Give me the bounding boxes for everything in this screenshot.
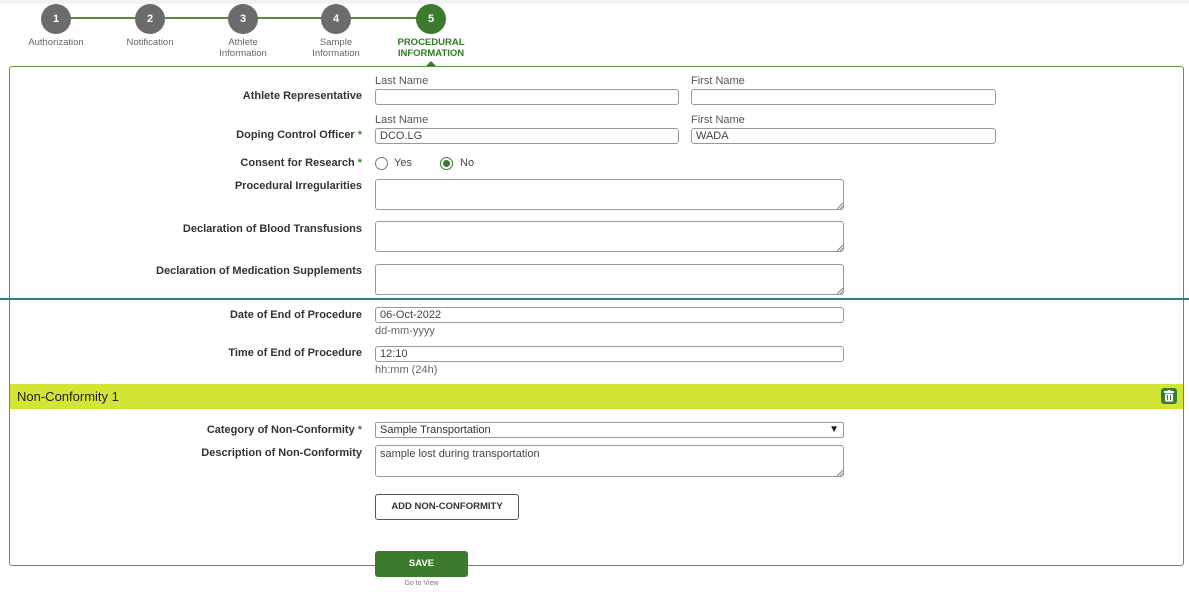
athlete-rep-first-name-label: First Name bbox=[691, 75, 745, 87]
step-label: PROCEDURAL INFORMATION bbox=[397, 37, 465, 59]
field-label-text: Consent for Research bbox=[240, 157, 355, 169]
progress-stepper: 1 Authorization 2 Notification 3 Athlete… bbox=[0, 4, 1189, 67]
procedural-irregularities-label: Procedural Irregularities bbox=[234, 180, 362, 192]
consent-yes-label[interactable]: Yes bbox=[394, 157, 412, 169]
consent-no-radio[interactable] bbox=[440, 157, 453, 170]
consent-for-research-label: Consent for Research * bbox=[240, 157, 362, 169]
step-number: 1 bbox=[41, 4, 71, 34]
procedural-irregularities-textarea[interactable] bbox=[375, 179, 844, 210]
resize-grip-icon[interactable] bbox=[837, 203, 843, 209]
dropdown-arrow-icon: ▼ bbox=[829, 424, 839, 435]
consent-yes-radio[interactable] bbox=[375, 157, 388, 170]
resize-grip-icon[interactable] bbox=[837, 288, 843, 294]
description-non-conformity-label: Description of Non-Conformity bbox=[201, 447, 362, 459]
description-non-conformity-textarea[interactable]: sample lost during transportation bbox=[375, 445, 844, 477]
required-marker: * bbox=[357, 129, 362, 141]
date-end-procedure-label: Date of End of Procedure bbox=[229, 309, 362, 321]
step-number: 2 bbox=[135, 4, 165, 34]
medication-supplements-label: Declaration of Medication Supplements bbox=[156, 265, 362, 277]
date-format-hint: dd-mm-yyyy bbox=[375, 325, 435, 337]
resize-grip-icon[interactable] bbox=[837, 470, 843, 476]
dco-first-name-label: First Name bbox=[691, 114, 745, 126]
blood-transfusions-textarea[interactable] bbox=[375, 221, 844, 252]
step-sample-information[interactable]: 4 Sample Information bbox=[281, 4, 391, 59]
step-number: 3 bbox=[228, 4, 258, 34]
screenshot-divider bbox=[0, 298, 1189, 300]
dco-last-name-label: Last Name bbox=[375, 114, 429, 126]
step-label: Sample Information bbox=[312, 37, 360, 59]
athlete-representative-label: Athlete Representative bbox=[242, 90, 362, 102]
step-number: 4 bbox=[321, 4, 351, 34]
non-conformity-title: Non-Conformity 1 bbox=[17, 389, 119, 404]
time-end-procedure-input[interactable] bbox=[375, 346, 844, 362]
athlete-rep-first-name-input[interactable] bbox=[691, 89, 996, 105]
athlete-rep-last-name-input[interactable] bbox=[375, 89, 679, 105]
step-number: 5 bbox=[416, 4, 446, 34]
doping-control-officer-label: Doping Control Officer * bbox=[236, 129, 362, 141]
required-marker: * bbox=[357, 424, 362, 436]
delete-non-conformity-button[interactable] bbox=[1161, 388, 1177, 404]
field-label-text: Category of Non-Conformity bbox=[206, 424, 355, 436]
category-non-conformity-select[interactable]: Sample Transportation ▼ bbox=[375, 422, 844, 438]
non-conformity-header: Non-Conformity 1 bbox=[10, 384, 1183, 409]
go-to-view-link[interactable]: Go to View bbox=[375, 580, 468, 587]
dco-last-name-input[interactable] bbox=[375, 128, 679, 144]
date-end-procedure-input[interactable] bbox=[375, 307, 844, 323]
resize-grip-icon[interactable] bbox=[837, 245, 843, 251]
consent-no-label[interactable]: No bbox=[460, 157, 474, 169]
required-marker: * bbox=[357, 157, 362, 169]
time-end-procedure-label: Time of End of Procedure bbox=[228, 347, 362, 359]
time-format-hint: hh:mm (24h) bbox=[375, 364, 438, 376]
athlete-rep-last-name-label: Last Name bbox=[375, 75, 429, 87]
step-procedural-information[interactable]: 5 PROCEDURAL INFORMATION bbox=[376, 4, 486, 67]
save-button[interactable]: SAVE bbox=[375, 551, 468, 577]
trash-icon bbox=[1164, 390, 1174, 402]
field-label-text: Doping Control Officer bbox=[236, 129, 355, 141]
select-value: Sample Transportation bbox=[380, 424, 491, 436]
dco-first-name-input[interactable] bbox=[691, 128, 996, 144]
category-non-conformity-label: Category of Non-Conformity * bbox=[207, 424, 362, 436]
add-non-conformity-button[interactable]: ADD NON-CONFORMITY bbox=[375, 494, 519, 520]
blood-transfusions-label: Declaration of Blood Transfusions bbox=[182, 223, 362, 235]
medication-supplements-textarea[interactable] bbox=[375, 264, 844, 295]
